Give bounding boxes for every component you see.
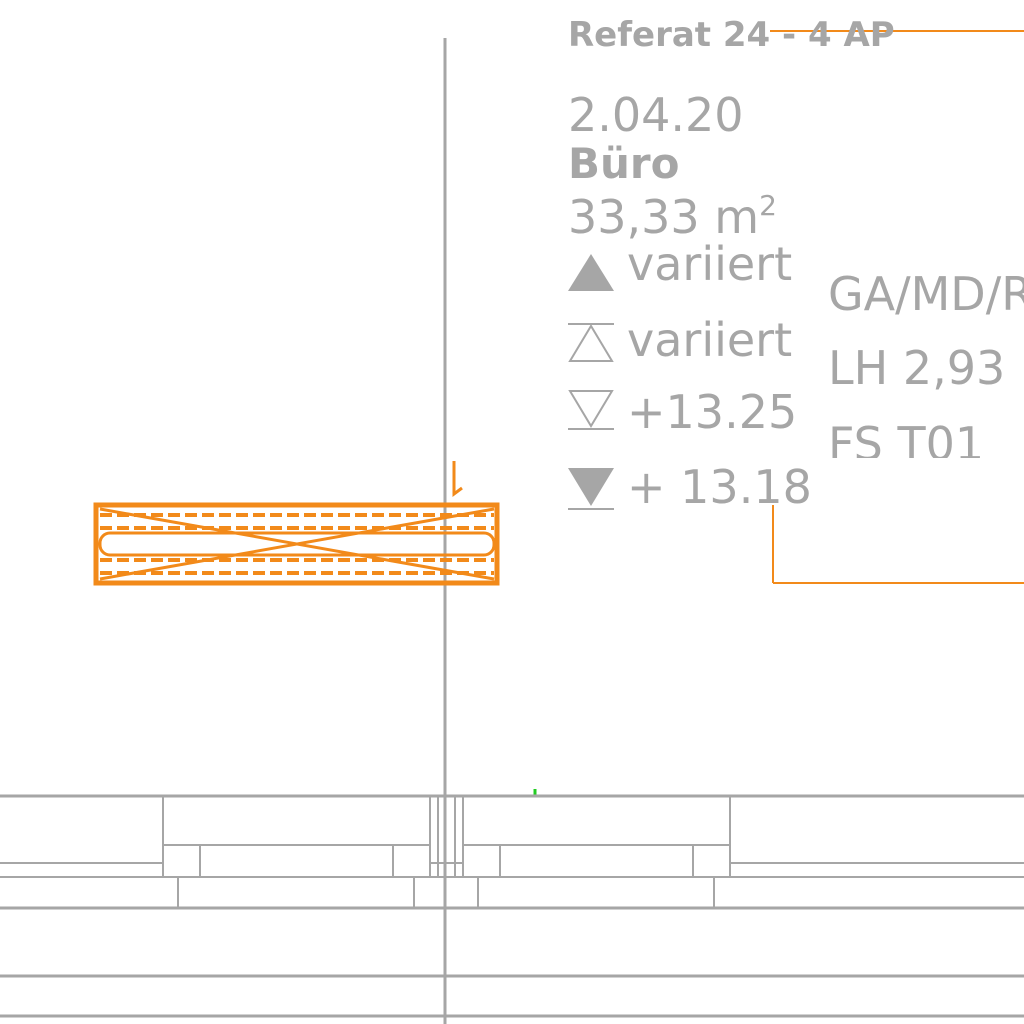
wall-section [0, 794, 1024, 1018]
orange-ceiling-element [93, 461, 500, 586]
level-value-3: +13.25 [627, 385, 797, 439]
room-area-value: 33,33 m [568, 190, 759, 244]
filled-down-triangle-icon [568, 468, 614, 510]
side-label-line1: GA/MD/R [828, 267, 1024, 321]
room-number: 2.04.20 [568, 88, 744, 142]
level-value-2: variiert [627, 313, 792, 367]
room-area-unit-sup: 2 [759, 189, 777, 222]
room-header: Referat 24 - 4 AP [568, 15, 895, 55]
floor-plan-drawing: Referat 24 - 4 AP 2.04.20 Büro 33,33 m2 … [0, 15, 1024, 1024]
level-value-1: variiert [627, 237, 792, 291]
room-area: 33,33 m2 [568, 189, 777, 244]
outline-down-triangle-icon [568, 390, 614, 430]
side-label-line2: LH 2,93 m [828, 341, 1024, 395]
filled-up-triangle-icon [568, 254, 614, 291]
side-label-line3: FS T01 [828, 417, 984, 471]
room-name: Büro [568, 139, 679, 188]
level-value-4: + 13.18 [627, 460, 812, 514]
outline-up-triangle-icon [568, 323, 614, 362]
